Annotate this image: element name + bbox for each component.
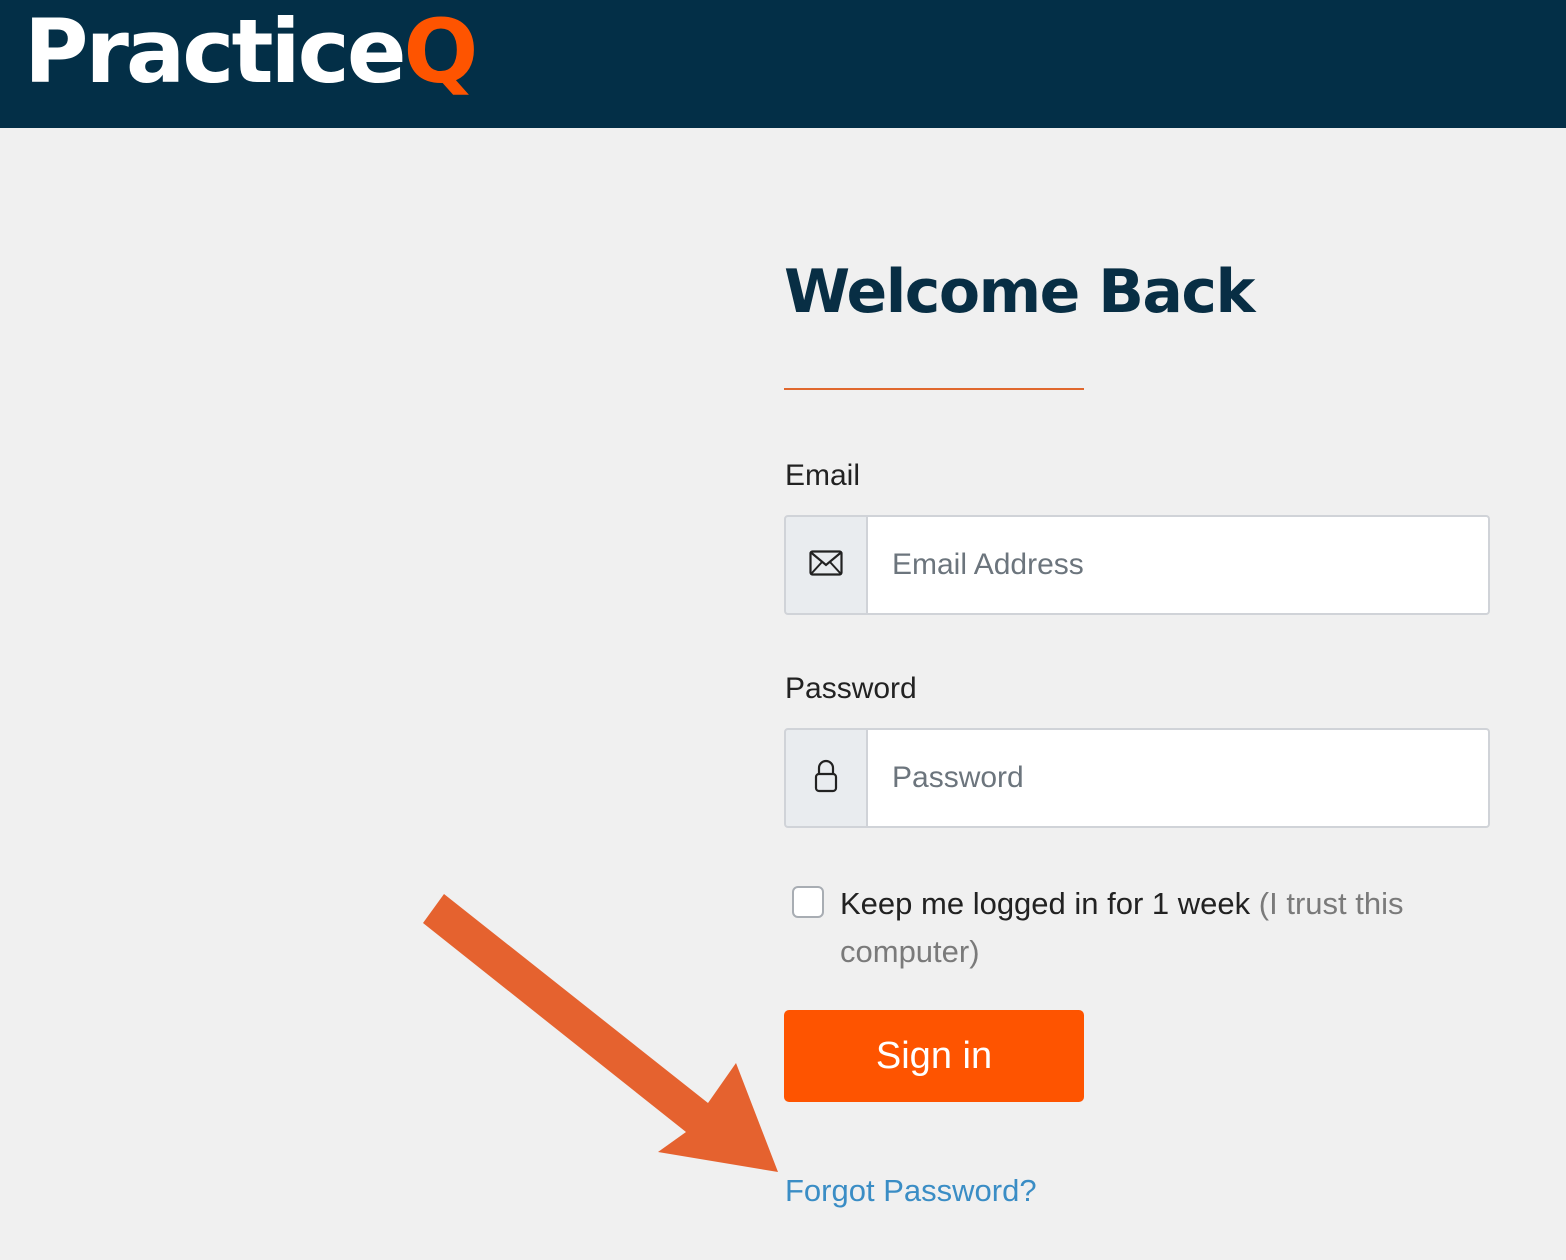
email-input-group (784, 515, 1496, 615)
envelope-icon (809, 549, 843, 581)
password-label: Password (785, 672, 917, 705)
top-header-bar: Practice Q (0, 0, 1566, 128)
remember-me-text: Keep me logged in for 1 week (840, 886, 1251, 921)
email-label: Email (785, 459, 861, 492)
forgot-password-link[interactable]: Forgot Password? (785, 1172, 1037, 1210)
lock-icon (814, 759, 838, 798)
logo-accent-q: Q (403, 0, 479, 103)
remember-me-label[interactable]: Keep me logged in for 1 week (I trust th… (840, 880, 1460, 976)
password-input[interactable] (866, 728, 1490, 828)
password-addon (784, 728, 868, 828)
remember-me-checkbox[interactable] (792, 886, 824, 918)
password-input-group (784, 728, 1496, 828)
logo-text: Practice (24, 0, 407, 103)
practiceq-logo[interactable]: Practice Q (24, 0, 479, 103)
annotation-arrow-icon (423, 894, 778, 1172)
page-title: Welcome Back (784, 257, 1255, 327)
email-input[interactable] (866, 515, 1490, 615)
email-addon (784, 515, 868, 615)
title-underline-divider (784, 388, 1084, 390)
sign-in-button[interactable]: Sign in (784, 1010, 1084, 1102)
